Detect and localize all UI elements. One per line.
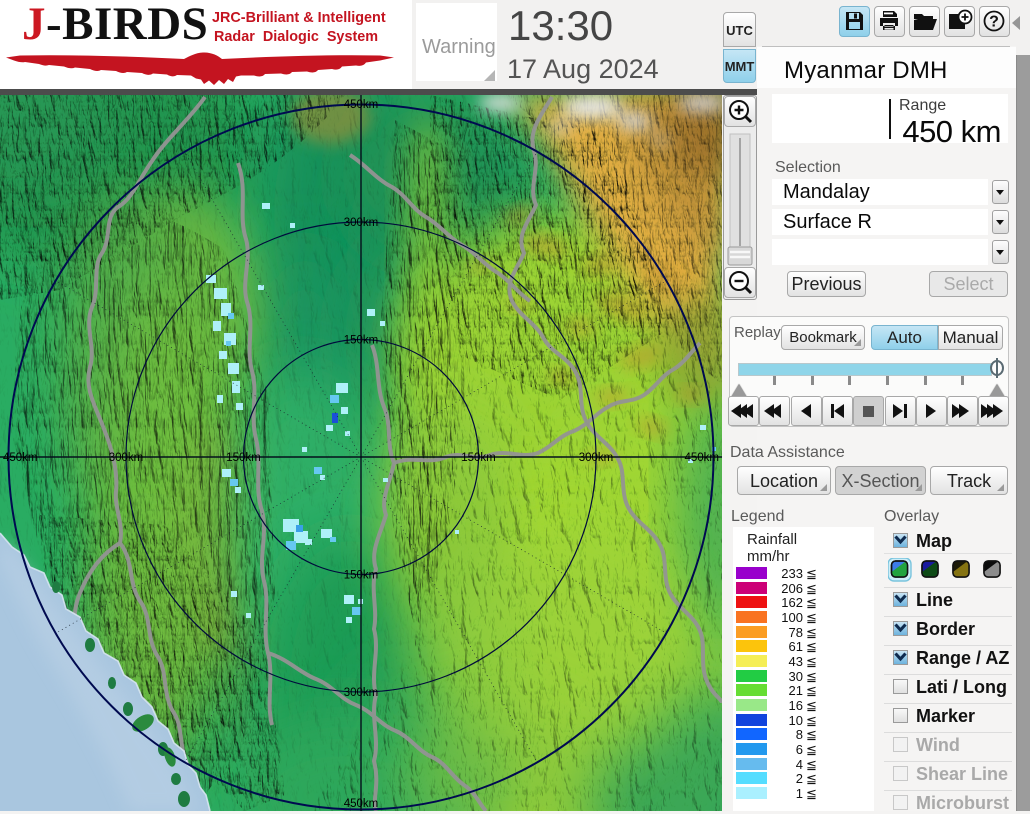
svg-text:300km: 300km [344,687,379,699]
svg-text:150km: 150km [344,570,379,582]
svg-text:150km: 150km [226,452,261,464]
svg-text:?: ? [989,14,999,31]
svg-text:150km: 150km [344,335,379,347]
svg-text:450km: 450km [344,798,379,810]
svg-text:300km: 300km [109,452,144,464]
svg-text:450km: 450km [684,452,719,464]
svg-text:300km: 300km [344,217,379,229]
svg-text:450km: 450km [3,452,38,464]
svg-text:150km: 150km [461,452,496,464]
svg-text:300km: 300km [579,452,614,464]
svg-text:450km: 450km [344,99,379,111]
